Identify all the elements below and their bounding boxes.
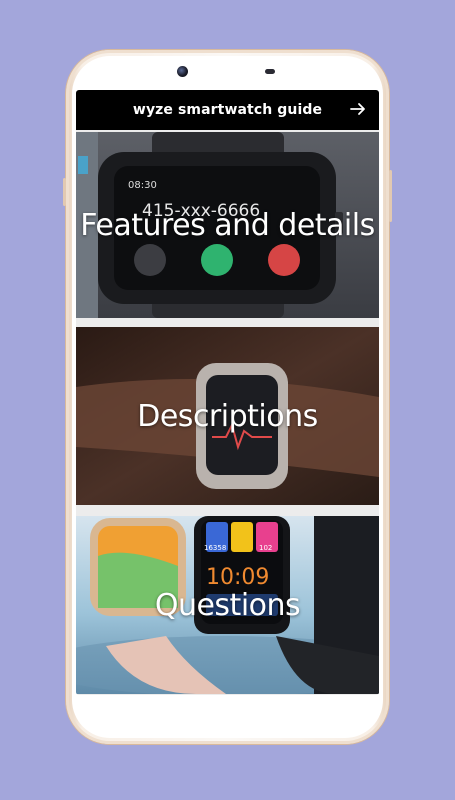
front-camera-icon [177,66,188,77]
power-button [389,170,392,222]
app-title: wyze smartwatch guide [132,102,323,118]
phone-frame: wyze smartwatch guide 08:30 415-xxx-6666… [63,50,392,744]
app-screen: wyze smartwatch guide 08:30 415-xxx-6666… [76,90,379,695]
watch-time-text: 08:30 [128,180,157,191]
card-label: Descriptions [137,398,318,434]
watch-bpm-text: 102 [259,544,272,552]
app-bar: wyze smartwatch guide [76,90,379,130]
volume-button [63,178,66,206]
arrow-right-icon[interactable] [349,100,367,118]
card-label: Features and details [80,207,375,243]
card-questions[interactable]: 16358 102 10:09 Questions [76,516,379,694]
watch-clock-text: 10:09 [206,565,269,590]
earpiece-sensor [265,69,275,74]
watch-steps-text: 16358 [204,544,226,552]
card-label: Questions [154,587,301,623]
card-descriptions[interactable]: Descriptions [76,327,379,505]
card-features-and-details[interactable]: 08:30 415-xxx-6666 Features and details [76,132,379,318]
